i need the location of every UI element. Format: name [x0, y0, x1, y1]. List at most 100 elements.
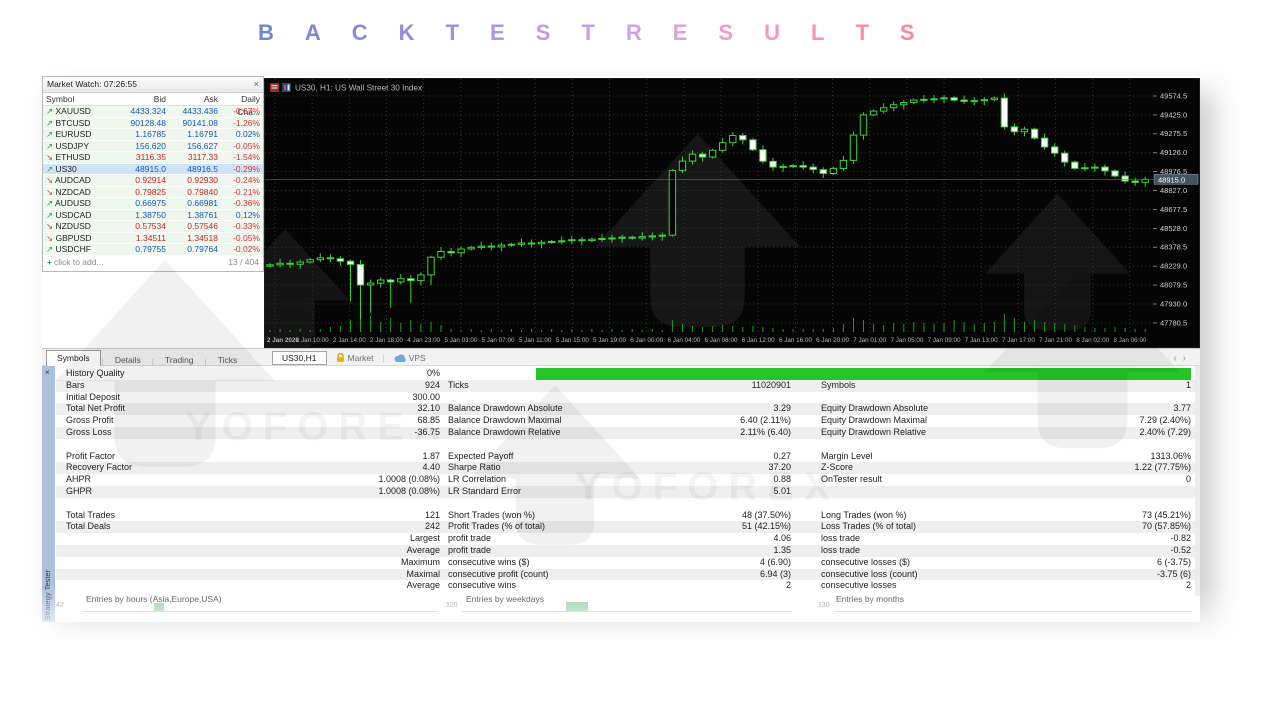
market-status[interactable]: Market [336, 353, 373, 363]
title-letter: B [258, 20, 274, 45]
tester-report-row: Bars 924 Ticks 11020901 Symbols 1 [56, 379, 1196, 392]
market-watch-row[interactable]: ↗ XAUUSD 4433.324 4433.436 -0.67% [43, 106, 263, 118]
bid-cell: 90128.48 [130, 117, 166, 128]
stat-label [66, 569, 291, 581]
price-chart-panel[interactable]: 49574.5 49425.0 49275.5 49126.0 48976.5 48827… [264, 78, 1200, 348]
svg-text:48677.5: 48677.5 [1160, 205, 1187, 214]
stat-label [66, 498, 291, 510]
tester-report-row: Largest profit trade 4.06 loss trade -0.82 [56, 533, 1196, 545]
tester-tab-details[interactable]: Details [105, 353, 151, 367]
market-watch-row[interactable]: ↘ ETHUSD 3116.35 3117.33 -1.54% [43, 152, 263, 164]
trend-arrow-icon: ↗ [46, 106, 54, 116]
svg-text:49275.5: 49275.5 [1160, 129, 1187, 138]
stat-value: 70 (57.85%) [1141, 521, 1191, 532]
tester-report-row: Total Trades 121 Short Trades (won %) 48 (3… [56, 510, 1196, 522]
market-watch-row[interactable]: ↗ USDCAD 1.38750 1.38761 0.12% [43, 209, 263, 221]
market-watch-row[interactable]: ↗ EURUSD 1.16785 1.16791 0.02% [43, 129, 263, 141]
stat-value: 1.87 [422, 450, 440, 461]
tester-report-row: Maximum consecutive wins ($) 4 (6.90) conse… [56, 557, 1196, 569]
chart-tab-us30[interactable]: US30,H1 [272, 351, 327, 365]
tester-report-row: Total Deals 242 Profit Trades (% of total)… [56, 521, 1196, 534]
svg-text:48915.0: 48915.0 [1158, 175, 1185, 184]
stat-label: Gross Profit [66, 415, 114, 426]
tester-tab-symbols[interactable]: Symbols [46, 350, 101, 367]
svg-text:47930.0: 47930.0 [1160, 299, 1187, 308]
stat-value: 0 [1185, 474, 1191, 485]
stat-value [616, 439, 791, 451]
close-icon[interactable]: × [45, 368, 50, 377]
title-letter: L [811, 20, 825, 45]
svg-text:US30, H1: US Wall Street 30 In: US30, H1: US Wall Street 30 Index [295, 84, 422, 93]
stat-value: 3.77 [1173, 403, 1191, 414]
scrollbar[interactable] [1195, 366, 1200, 596]
tester-report-table: History Quality 0% Bars 924 Ticks 11020901 Sym… [56, 368, 1196, 592]
tester-report-row: Average consecutive wins 2 consecutive loss… [56, 580, 1196, 592]
stat-label: Profit Factor [66, 450, 116, 461]
svg-text:49574.5: 49574.5 [1160, 91, 1187, 100]
market-watch-row[interactable]: ↗ BTCUSD 90128.48 90141.08 -1.26% [43, 117, 263, 129]
market-watch-row[interactable]: ↘ NZDCAD 0.79825 0.79840 -0.21% [43, 186, 263, 198]
stat-value: 4.06 [773, 533, 791, 544]
stat-value: 1.35 [773, 544, 791, 555]
market-watch-row[interactable]: ↘ AUDCAD 0.92914 0.92930 -0.24% [43, 175, 263, 187]
histogram-axis-value: 120 [446, 602, 458, 609]
plus-icon: + [47, 256, 52, 267]
svg-text:5 Jan 11:00: 5 Jan 11:00 [519, 337, 552, 344]
title-letter: T [581, 20, 595, 45]
stat-label [66, 439, 291, 451]
column-header[interactable]: Daily Cha... [221, 93, 263, 117]
tester-tab-trading[interactable]: Trading [155, 353, 204, 367]
daily-change-cell: 0.12% [235, 209, 260, 220]
svg-text:7 Jan 21:00: 7 Jan 21:00 [1039, 337, 1072, 344]
ask-cell: 0.57546 [187, 221, 218, 231]
stat-value: 1.0008 (0.08%) [378, 474, 440, 485]
tester-tabs: Symbols | Details | Trading | Ticks [46, 349, 247, 367]
market-watch-titlebar: Market Watch: 07:26:55 × [43, 77, 263, 93]
vps-status[interactable]: VPS [394, 353, 426, 363]
histogram-axis [834, 611, 1192, 612]
svg-text:8 Jan 02:00: 8 Jan 02:00 [1076, 337, 1109, 344]
symbol-cell: ↗ EURUSD [46, 129, 92, 139]
ask-cell: 48916.5 [187, 163, 218, 174]
symbol-cell: ↗ USDCAD [46, 209, 92, 220]
market-watch-row[interactable]: ↘ NZDUSD 0.57534 0.57546 -0.33% [43, 221, 263, 233]
stat-value: 242 [424, 521, 440, 532]
svg-text:2 Jan 2026: 2 Jan 2026 [267, 337, 299, 344]
symbol-cell: ↘ NZDUSD [46, 221, 91, 231]
stat-value: Average [406, 544, 440, 555]
stat-value: Average [406, 580, 440, 591]
column-header[interactable]: Ask [169, 93, 221, 105]
column-header[interactable]: Bid [117, 93, 169, 105]
stat-label: Gross Loss [66, 426, 112, 437]
histogram-axis-value: 42 [56, 602, 64, 609]
market-watch-row[interactable]: ↗ US30 48915.0 48916.5 -0.29% [43, 163, 263, 175]
ask-cell: 0.66981 [187, 198, 218, 208]
ask-cell: 4433.436 [182, 106, 218, 116]
bid-cell: 0.57534 [135, 221, 166, 231]
close-icon[interactable]: × [254, 77, 259, 92]
tester-side-strip[interactable]: × Strategy Tester [42, 366, 55, 622]
tester-tab-ticks[interactable]: Ticks [208, 353, 248, 367]
candlestick-chart: 49574.549425.049275.549126.048976.548827… [265, 79, 1199, 347]
strategy-tester-panel: × Strategy Tester History Quality 0% Bars 9… [42, 366, 1200, 622]
bid-cell: 48915.0 [135, 163, 166, 174]
column-header[interactable]: Symbol [43, 93, 117, 105]
stat-value: 1.0008 (0.08%) [378, 485, 440, 496]
market-watch-row[interactable]: ↗ AUDUSD 0.66975 0.66981 -0.36% [43, 198, 263, 210]
market-watch-row[interactable]: ↗ USDCHF 0.79755 0.79764 -0.02% [43, 244, 263, 256]
lock-icon [336, 353, 344, 362]
market-watch-row[interactable]: ↗ USDJPY 156.620 156.627 -0.05% [43, 140, 263, 152]
histogram-title: Entries by months [836, 594, 905, 604]
tester-report-row: Recovery Factor 4.40 Sharpe Ratio 37.20 Z-Sc… [56, 462, 1196, 475]
trend-arrow-icon: ↗ [46, 163, 54, 174]
symbol-cell: ↗ AUDUSD [46, 198, 91, 208]
tab-band: Symbols | Details | Trading | Ticks US30,H1 Ma… [42, 348, 1200, 367]
market-watch-row[interactable]: ↘ GBPUSD 1.34511 1.34518 -0.05% [43, 232, 263, 244]
daily-change-cell: -0.02% [233, 244, 260, 254]
stat-label: Total Net Profit [66, 403, 126, 414]
svg-text:6 Jan 12:00: 6 Jan 12:00 [742, 337, 775, 344]
bid-cell: 0.92914 [135, 175, 166, 185]
click-to-add[interactable]: + click to add... [47, 256, 104, 269]
tab-scroll-arrows[interactable]: ‹› [1173, 353, 1192, 364]
title-letter: C [351, 20, 368, 45]
